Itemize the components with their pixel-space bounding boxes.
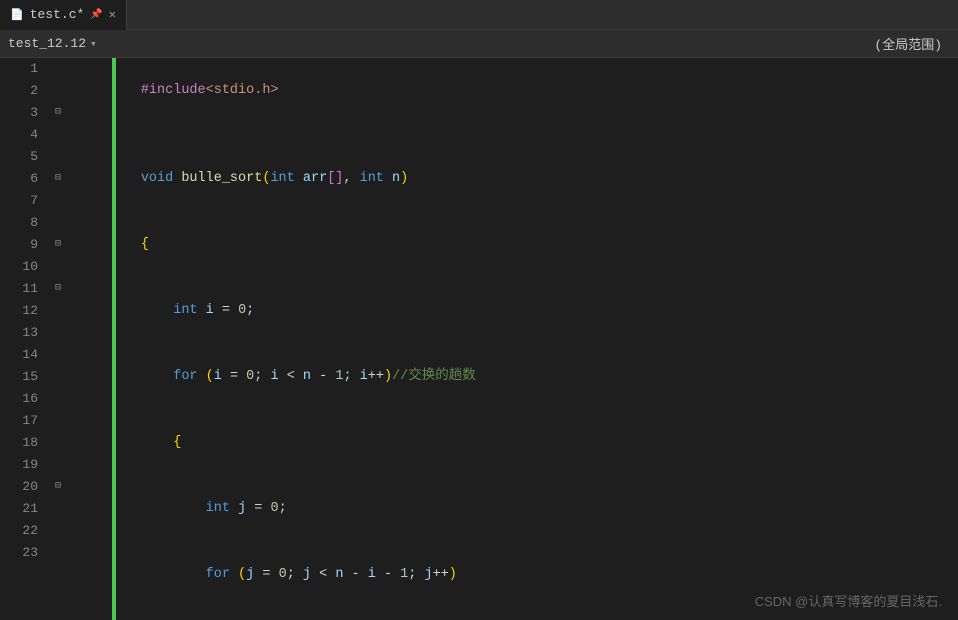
code-line-1: #include<stdio.h> bbox=[76, 58, 958, 124]
fold-8 bbox=[48, 212, 68, 234]
fold-7 bbox=[48, 190, 68, 212]
line-num-22: 22 bbox=[0, 520, 44, 542]
fold-9[interactable]: ⊟ bbox=[48, 234, 68, 256]
line-num-13: 13 bbox=[0, 322, 44, 344]
line-num-18: 18 bbox=[0, 432, 44, 454]
line-numbers: 1 2 3 4 5 6 7 8 9 10 11 12 13 14 15 16 1… bbox=[0, 58, 48, 620]
fold-16 bbox=[48, 388, 68, 410]
line-num-8: 8 bbox=[0, 212, 44, 234]
line-num-21: 21 bbox=[0, 498, 44, 520]
fold-13 bbox=[48, 322, 68, 344]
code-line-2 bbox=[76, 124, 958, 146]
line-num-20: 20 bbox=[0, 476, 44, 498]
line-num-1: 1 bbox=[0, 58, 44, 80]
line-num-7: 7 bbox=[0, 190, 44, 212]
code-area[interactable]: #include<stdio.h> void bulle_sort(int ar… bbox=[68, 58, 958, 620]
fold-18 bbox=[48, 432, 68, 454]
fold-3[interactable]: ⊟ bbox=[48, 102, 68, 124]
line-num-15: 15 bbox=[0, 366, 44, 388]
pin-icon[interactable]: 📌 bbox=[90, 9, 102, 21]
fold-1 bbox=[48, 58, 68, 80]
fold-15 bbox=[48, 366, 68, 388]
fold-19 bbox=[48, 454, 68, 476]
line-num-9: 9 bbox=[0, 234, 44, 256]
line-num-17: 17 bbox=[0, 410, 44, 432]
line-num-5: 5 bbox=[0, 146, 44, 168]
file-tab[interactable]: 📄 test.c* 📌 ✕ bbox=[0, 0, 127, 30]
code-line-8: int j = 0; bbox=[76, 476, 958, 542]
close-icon[interactable]: ✕ bbox=[109, 7, 116, 22]
code-line-6: for (i = 0; i < n - 1; i++)//交换的趟数 bbox=[76, 344, 958, 410]
line-num-4: 4 bbox=[0, 124, 44, 146]
code-line-3: void bulle_sort(int arr[], int n) bbox=[76, 146, 958, 212]
line-num-10: 10 bbox=[0, 256, 44, 278]
dropdown-icon[interactable]: ▾ bbox=[90, 37, 97, 51]
app-container: 📄 test.c* 📌 ✕ test_12.12 ▾ (全局范围) 1 2 3 … bbox=[0, 0, 958, 620]
scope-label: (全局范围) bbox=[866, 34, 950, 53]
line-num-14: 14 bbox=[0, 344, 44, 366]
fold-5 bbox=[48, 146, 68, 168]
line-num-11: 11 bbox=[0, 278, 44, 300]
code-line-4: { bbox=[76, 212, 958, 278]
file-icon: 📄 bbox=[10, 8, 24, 22]
fold-23 bbox=[48, 542, 68, 564]
fold-12 bbox=[48, 300, 68, 322]
fold-22 bbox=[48, 520, 68, 542]
line-num-6: 6 bbox=[0, 168, 44, 190]
fold-11[interactable]: ⊟ bbox=[48, 278, 68, 300]
fold-10 bbox=[48, 256, 68, 278]
line-num-3: 3 bbox=[0, 102, 44, 124]
title-bar: 📄 test.c* 📌 ✕ bbox=[0, 0, 958, 30]
tab-label: test.c* bbox=[30, 7, 85, 22]
file-name: test_12.12 bbox=[8, 36, 86, 51]
fold-4 bbox=[48, 124, 68, 146]
fold-17 bbox=[48, 410, 68, 432]
fold-14 bbox=[48, 344, 68, 366]
code-line-5: int i = 0; bbox=[76, 278, 958, 344]
code-line-7: { bbox=[76, 410, 958, 476]
fold-gutter: ⊟ ⊟ ⊟ ⊟ ⊟ bbox=[48, 58, 68, 620]
breadcrumb-bar: test_12.12 ▾ (全局范围) bbox=[0, 30, 958, 58]
line-num-19: 19 bbox=[0, 454, 44, 476]
fold-21 bbox=[48, 498, 68, 520]
editor: 1 2 3 4 5 6 7 8 9 10 11 12 13 14 15 16 1… bbox=[0, 58, 958, 620]
green-bar bbox=[112, 58, 116, 620]
line-num-16: 16 bbox=[0, 388, 44, 410]
fold-2 bbox=[48, 80, 68, 102]
fold-20[interactable]: ⊟ bbox=[48, 476, 68, 498]
line-num-23: 23 bbox=[0, 542, 44, 564]
watermark: CSDN @认真写博客的夏目浅石. bbox=[755, 591, 942, 610]
line-num-12: 12 bbox=[0, 300, 44, 322]
breadcrumb-file-section[interactable]: test_12.12 ▾ bbox=[8, 36, 862, 51]
fold-6[interactable]: ⊟ bbox=[48, 168, 68, 190]
line-num-2: 2 bbox=[0, 80, 44, 102]
